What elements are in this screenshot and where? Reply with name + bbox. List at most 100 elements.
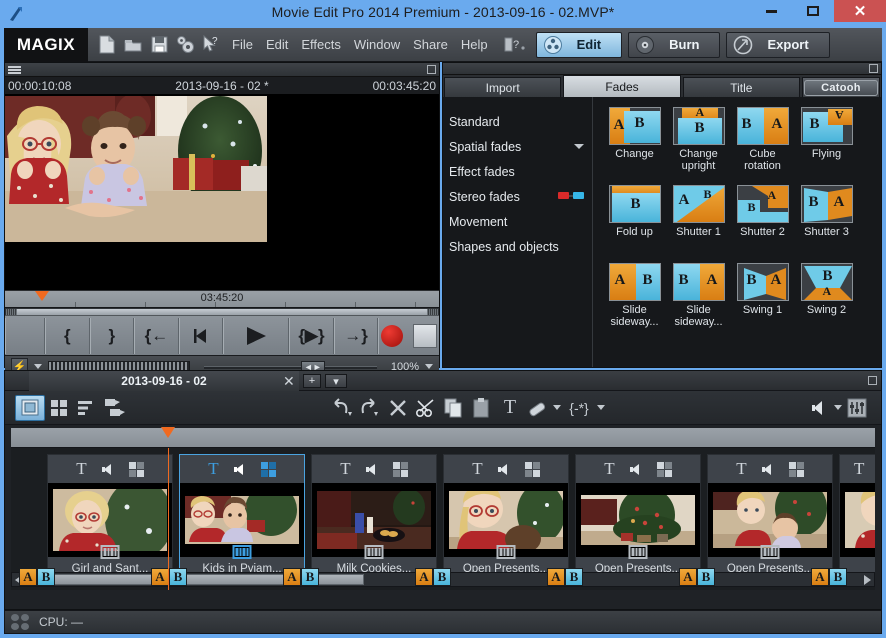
title-toggle-icon[interactable]: T (340, 459, 350, 479)
effects-toggle-icon[interactable] (128, 461, 144, 477)
play-button[interactable] (223, 317, 290, 354)
range-caret-icon[interactable] (596, 395, 606, 421)
audio-toggle-icon[interactable] (497, 463, 511, 476)
effects-toggle-icon[interactable] (788, 461, 804, 477)
maximize-button[interactable] (792, 0, 834, 22)
storyboard-view-button[interactable] (15, 394, 45, 421)
fade-badge[interactable]: A B (283, 568, 319, 586)
category-effect-fades[interactable]: Effect fades (449, 159, 592, 184)
preview-ruler[interactable]: 03:45:20 (5, 290, 439, 307)
menu-item-effects[interactable]: Effects (301, 37, 341, 52)
effect-shutter-1[interactable]: AB Shutter 1 (667, 185, 730, 263)
marker-button[interactable] (524, 395, 552, 421)
title-toggle-icon[interactable]: T (854, 459, 864, 479)
marker-caret-icon[interactable] (552, 395, 562, 421)
fade-out-badge[interactable]: B (37, 568, 55, 586)
new-project-icon[interactable] (96, 33, 118, 57)
category-stereo-fades[interactable]: Stereo fades (449, 184, 592, 209)
open-project-icon[interactable] (122, 33, 144, 57)
project-tab-dropdown-button[interactable]: ▾ (325, 374, 347, 388)
fade-badge[interactable]: A B (415, 568, 451, 586)
effect-cube-rotation[interactable]: BA Cube rotation (731, 107, 794, 185)
timeline-project-tab[interactable]: 2013-09-16 - 02 (29, 371, 299, 391)
stop-button[interactable] (413, 323, 438, 348)
tab-fades[interactable]: Fades (563, 75, 681, 97)
delete-button[interactable] (384, 395, 412, 421)
timeline-playhead[interactable] (161, 427, 175, 438)
fade-in-badge[interactable]: A (679, 568, 697, 586)
preview-range-scroll[interactable] (5, 307, 439, 315)
fade-in-badge[interactable]: A (811, 568, 829, 586)
range-handle-left[interactable] (6, 309, 17, 315)
title-toggle-icon[interactable]: T (604, 459, 614, 479)
minimize-button[interactable] (750, 0, 792, 22)
effect-slide-sideways-2[interactable]: BA Slide sideway... (667, 263, 730, 341)
record-button[interactable] (381, 324, 404, 347)
effects-toggle-icon[interactable] (524, 461, 540, 477)
fade-out-badge[interactable]: B (829, 568, 847, 586)
mode-button-edit[interactable]: Edit (535, 31, 623, 58)
range-button[interactable]: {-*} (562, 395, 596, 421)
effect-flying[interactable]: B A Flying (795, 107, 858, 185)
set-out-point-button[interactable]: } (89, 317, 135, 354)
fade-out-badge[interactable]: B (697, 568, 715, 586)
save-project-icon[interactable] (148, 33, 170, 57)
fade-out-badge[interactable]: B (433, 568, 451, 586)
range-bar[interactable] (17, 309, 427, 315)
panel-menu-icon[interactable] (8, 65, 21, 74)
category-standard[interactable]: Standard (449, 109, 592, 134)
goto-out-point-button[interactable]: {▶} (289, 317, 334, 354)
fade-out-badge[interactable]: B (565, 568, 583, 586)
menu-item-window[interactable]: Window (354, 37, 400, 52)
cut-button[interactable] (412, 395, 440, 421)
effect-swing-2[interactable]: B A Swing 2 (795, 263, 858, 341)
fade-badge[interactable]: A B (151, 568, 187, 586)
redo-button[interactable] (356, 395, 384, 421)
menu-item-edit[interactable]: Edit (266, 37, 288, 52)
effect-change[interactable]: AB Change (603, 107, 666, 185)
table-row[interactable]: T (443, 454, 569, 582)
pointer-help-icon[interactable]: ? (200, 33, 222, 57)
fade-out-badge[interactable]: B (169, 568, 187, 586)
scroll-right-arrow-icon[interactable] (860, 574, 874, 585)
preview-screen[interactable] (5, 94, 439, 290)
category-spatial-fades[interactable]: Spatial fades (449, 134, 592, 159)
category-movement[interactable]: Movement (449, 209, 592, 234)
panel-restore-icon[interactable] (427, 65, 436, 74)
table-row[interactable]: T (311, 454, 437, 582)
chevron-down-icon[interactable] (574, 144, 584, 149)
tab-title[interactable]: Title (682, 77, 800, 97)
audio-toggle-icon[interactable] (233, 463, 247, 476)
effect-swing-1[interactable]: BA Swing 1 (731, 263, 794, 341)
fade-badge[interactable]: A B (679, 568, 715, 586)
set-in-point-button[interactable]: { (45, 317, 90, 354)
fade-out-badge[interactable]: B (301, 568, 319, 586)
audio-toggle-icon[interactable] (629, 463, 643, 476)
effects-toggle-icon[interactable] (260, 461, 276, 477)
audio-mute-button[interactable] (805, 395, 833, 421)
next-marker-button[interactable]: →} (333, 317, 379, 354)
help-index-icon[interactable]: ? (502, 33, 528, 57)
effect-shutter-3[interactable]: BA Shutter 3 (795, 185, 858, 263)
audio-toggle-icon[interactable] (761, 463, 775, 476)
copy-button[interactable] (440, 395, 468, 421)
table-row[interactable]: T (179, 454, 305, 582)
paste-button[interactable] (468, 395, 496, 421)
table-row[interactable]: T (47, 454, 173, 582)
undo-button[interactable] (328, 395, 356, 421)
menu-item-file[interactable]: File (232, 37, 253, 52)
mode-button-burn[interactable]: Burn (628, 31, 721, 58)
effect-slide-sideways-1[interactable]: AB Slide sideway... (603, 263, 666, 341)
preview-playhead[interactable] (35, 291, 49, 301)
fade-in-badge[interactable]: A (19, 568, 37, 586)
overview-view-button[interactable] (45, 395, 73, 421)
mode-button-export[interactable]: Export (726, 31, 830, 58)
audio-options-caret-icon[interactable] (34, 364, 42, 369)
audio-toggle-icon[interactable] (101, 463, 115, 476)
effect-shutter-2[interactable]: AB Shutter 2 (731, 185, 794, 263)
zoom-dropdown-caret-icon[interactable] (425, 364, 433, 369)
fade-badge[interactable]: A B (811, 568, 847, 586)
fade-in-badge[interactable]: A (283, 568, 301, 586)
timeline-ruler[interactable] (11, 427, 875, 448)
previous-marker-button[interactable] (178, 317, 224, 354)
